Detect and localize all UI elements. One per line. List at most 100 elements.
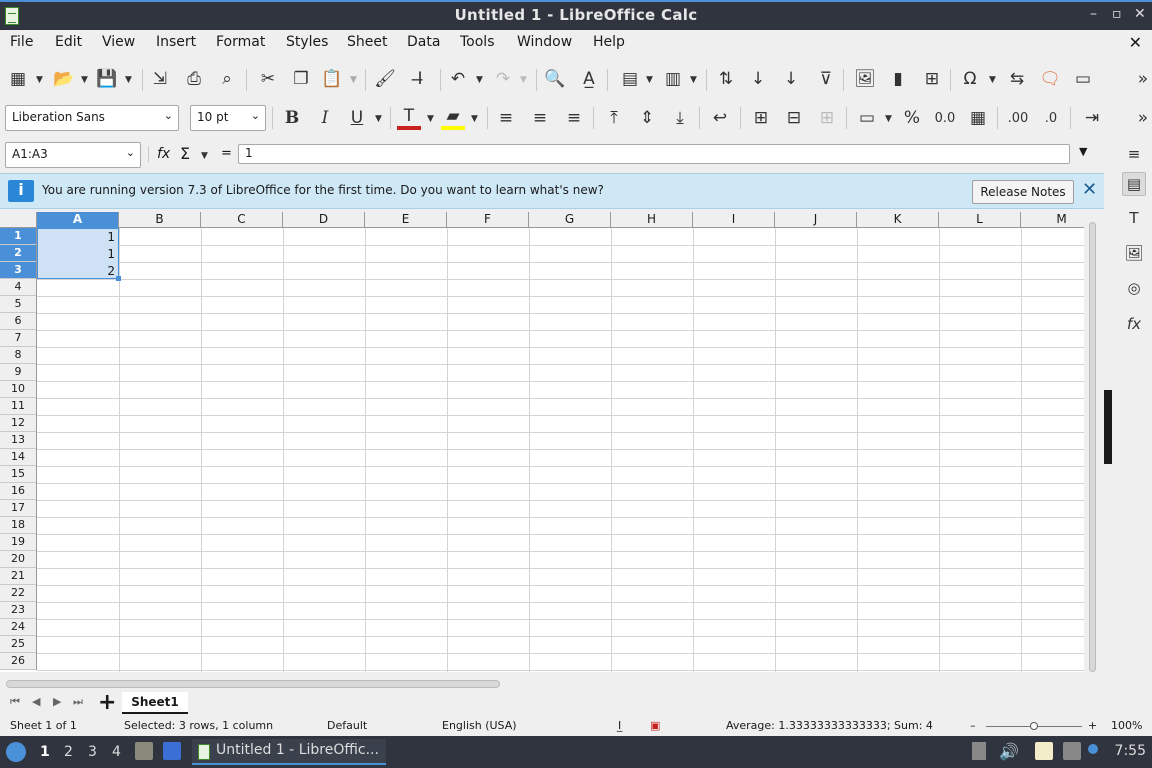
headers-footers-icon[interactable]: ▭: [1071, 67, 1095, 91]
column-header-c[interactable]: C: [201, 212, 283, 228]
special-character-dropdown-icon[interactable]: ▼: [989, 75, 996, 85]
align-top-icon[interactable]: ⤒: [602, 106, 626, 130]
column-header-d[interactable]: D: [283, 212, 365, 228]
unmerge-cells-icon[interactable]: ⊞: [815, 106, 839, 130]
date-format-icon[interactable]: ▦: [966, 106, 990, 130]
open-dropdown-icon[interactable]: ▼: [81, 75, 88, 85]
print-icon[interactable]: ⎙: [182, 67, 206, 91]
pivot-table-icon[interactable]: ⊞: [920, 67, 944, 91]
number-format-icon[interactable]: 0.0: [933, 106, 957, 130]
hyperlink-icon[interactable]: ⇆: [1005, 67, 1029, 91]
menu-edit[interactable]: Edit: [55, 34, 82, 50]
notification-icon[interactable]: [1088, 744, 1098, 754]
italic-button[interactable]: I: [313, 106, 337, 130]
sort-ascending-icon[interactable]: ↓: [746, 67, 770, 91]
row-header-23[interactable]: 23: [0, 602, 36, 619]
expand-formula-icon[interactable]: ▼: [1079, 145, 1087, 158]
column-header-j[interactable]: J: [775, 212, 857, 228]
last-sheet-icon[interactable]: ⏭: [73, 695, 83, 709]
language[interactable]: English (USA): [442, 719, 517, 732]
column-header-a[interactable]: A: [37, 212, 119, 228]
row-header-5[interactable]: 5: [0, 296, 36, 313]
formula-icon[interactable]: =: [221, 146, 232, 161]
selection-statistics[interactable]: Average: 1.33333333333333; Sum: 4: [726, 719, 933, 732]
row-header-6[interactable]: 6: [0, 313, 36, 330]
minimize-button[interactable]: –: [1090, 6, 1097, 22]
open-icon[interactable]: 📂: [52, 67, 76, 91]
menu-view[interactable]: View: [102, 34, 135, 50]
zoom-out-button[interactable]: –: [970, 719, 976, 732]
zoom-in-button[interactable]: +: [1088, 719, 1097, 732]
file-manager-icon[interactable]: [135, 742, 153, 760]
find-replace-icon[interactable]: 🔍: [543, 67, 567, 91]
close-document-icon[interactable]: ✕: [1129, 33, 1142, 52]
menu-data[interactable]: Data: [407, 34, 440, 50]
row-dropdown-icon[interactable]: ▼: [646, 75, 653, 85]
sheet-tab-sheet1[interactable]: Sheet1: [122, 692, 188, 714]
previous-sheet-icon[interactable]: ◀: [32, 695, 40, 708]
percent-format-button[interactable]: %: [900, 106, 924, 130]
row-header-25[interactable]: 25: [0, 636, 36, 653]
menu-insert[interactable]: Insert: [156, 34, 196, 50]
insert-image-icon[interactable]: 🖼: [853, 67, 877, 91]
properties-icon[interactable]: ▤: [1122, 172, 1146, 196]
underline-dropdown-icon[interactable]: ▼: [375, 114, 382, 124]
row-header-14[interactable]: 14: [0, 449, 36, 466]
sidebar-collapse-handle[interactable]: [1104, 390, 1112, 464]
start-menu-icon[interactable]: [6, 742, 26, 762]
column-dropdown-icon[interactable]: ▼: [690, 75, 697, 85]
currency-dropdown-icon[interactable]: ▼: [885, 114, 892, 124]
sidebar-menu-icon[interactable]: ≡: [1122, 142, 1146, 166]
delete-decimal-icon[interactable]: .0: [1039, 106, 1063, 130]
clone-formatting-icon[interactable]: 🖌: [373, 67, 397, 91]
menu-window[interactable]: Window: [517, 34, 572, 50]
sort-descending-icon[interactable]: ↓: [779, 67, 803, 91]
zoom-slider-knob[interactable]: [1030, 722, 1038, 730]
save-icon[interactable]: 💾: [95, 67, 119, 91]
font-color-dropdown-icon[interactable]: ▼: [427, 114, 434, 124]
row-header-2[interactable]: 2: [0, 245, 36, 262]
underline-button[interactable]: U: [345, 106, 369, 130]
gallery-icon[interactable]: 🖼: [1122, 241, 1146, 265]
row-icon[interactable]: ▤: [618, 67, 642, 91]
zoom-level[interactable]: 100%: [1111, 719, 1142, 732]
first-sheet-icon[interactable]: ⏮: [10, 695, 20, 709]
row-header-1[interactable]: 1: [0, 228, 36, 245]
center-vertically-icon[interactable]: ⇕: [635, 106, 659, 130]
cell-a3[interactable]: 2: [37, 263, 117, 280]
maximize-button[interactable]: ▫: [1112, 6, 1122, 22]
toolbar-overflow-icon[interactable]: »: [1131, 67, 1152, 91]
scroll-thumb[interactable]: [6, 680, 500, 688]
insert-mode-icon[interactable]: I̲: [618, 719, 621, 732]
wrap-text-icon[interactable]: ↩: [708, 106, 732, 130]
menu-tools[interactable]: Tools: [460, 34, 495, 50]
menu-sheet[interactable]: Sheet: [347, 34, 387, 50]
autofilter-icon[interactable]: ⊽: [814, 67, 838, 91]
align-right-icon[interactable]: ≡: [562, 106, 586, 130]
row-header-3[interactable]: 3: [0, 262, 36, 279]
taskbar-calc-window[interactable]: Untitled 1 - LibreOffic...: [192, 739, 386, 765]
bold-button[interactable]: B: [280, 106, 304, 130]
menu-file[interactable]: File: [10, 34, 33, 50]
new-dropdown-icon[interactable]: ▼: [36, 75, 43, 85]
next-sheet-icon[interactable]: ▶: [53, 695, 61, 708]
comment-icon[interactable]: 🗨: [1038, 67, 1062, 91]
redo-dropdown-icon[interactable]: ▼: [520, 75, 527, 85]
merge-center-icon[interactable]: ⊞: [749, 106, 773, 130]
formula-input[interactable]: 1: [238, 144, 1070, 164]
row-header-26[interactable]: 26: [0, 653, 36, 670]
desktop-icon[interactable]: [163, 742, 181, 760]
sum-dropdown-icon[interactable]: ▼: [201, 151, 208, 161]
row-header-20[interactable]: 20: [0, 551, 36, 568]
undo-dropdown-icon[interactable]: ▼: [476, 75, 483, 85]
row-header-9[interactable]: 9: [0, 364, 36, 381]
select-all-corner[interactable]: [0, 212, 37, 228]
toolbar-overflow-icon[interactable]: »: [1131, 106, 1152, 130]
close-icon[interactable]: ✕: [1082, 179, 1097, 200]
export-pdf-icon[interactable]: ⇲: [148, 67, 172, 91]
align-left-icon[interactable]: ≡: [494, 106, 518, 130]
scroll-thumb[interactable]: [1089, 222, 1096, 672]
notes-icon[interactable]: [1035, 742, 1053, 760]
name-box[interactable]: A1:A3 ⌄: [5, 142, 141, 168]
row-header-11[interactable]: 11: [0, 398, 36, 415]
